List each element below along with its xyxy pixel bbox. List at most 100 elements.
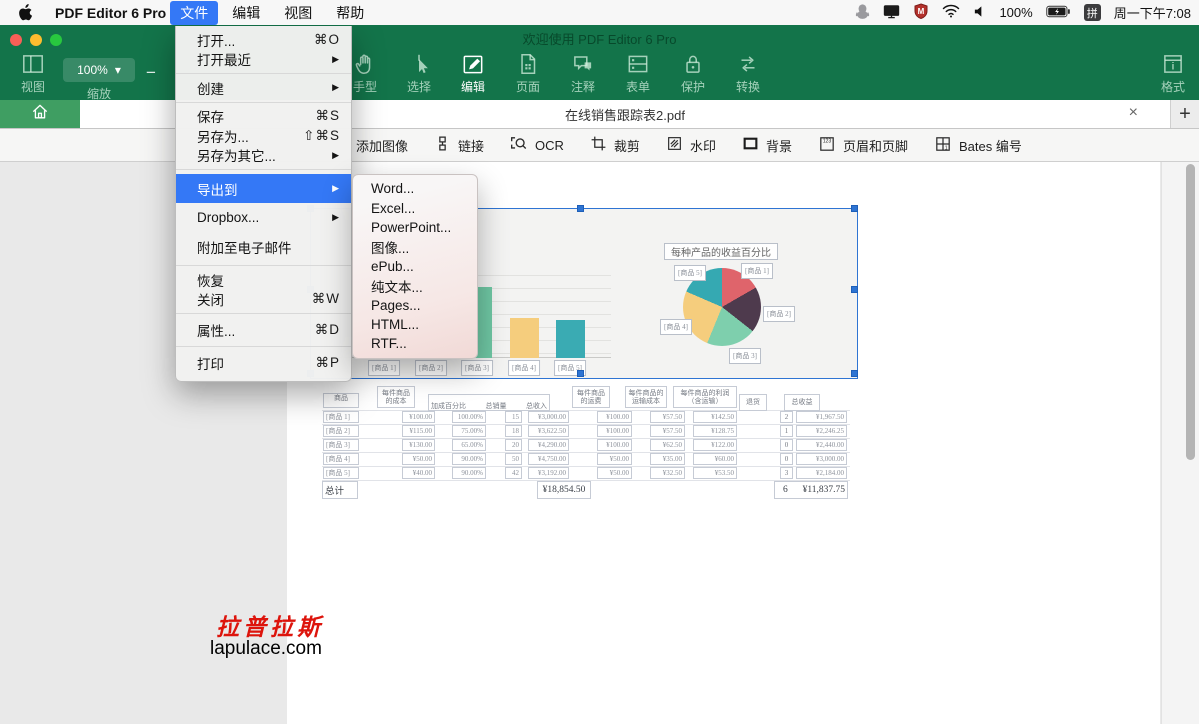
close-tab-icon[interactable]: × xyxy=(1129,105,1138,121)
antivirus-shield-icon[interactable]: M xyxy=(913,3,929,22)
zoom-level-dropdown[interactable]: 100% ▾ xyxy=(63,58,135,82)
table-cell[interactable]: ¥100.00 xyxy=(597,411,632,423)
new-tab-button[interactable]: + xyxy=(1171,100,1199,128)
export-submenu-item[interactable]: 纯文本... xyxy=(353,276,477,295)
table-cell[interactable]: ¥50.00 xyxy=(402,453,435,465)
table-cell[interactable]: 1 xyxy=(780,425,793,437)
table-cell[interactable]: 90.00% xyxy=(452,467,486,479)
toolbar-保护-button[interactable]: 保护 xyxy=(666,51,720,95)
table-cell[interactable]: ¥53.50 xyxy=(693,467,737,479)
table-cell[interactable]: ¥50.00 xyxy=(597,467,632,479)
toolbar-format-button[interactable]: i 格式 xyxy=(1146,51,1199,95)
zoom-out-button[interactable]: − xyxy=(146,63,156,83)
table-cell[interactable]: ¥3,000.00 xyxy=(796,453,847,465)
selection-handle[interactable] xyxy=(851,286,858,293)
qq-icon[interactable] xyxy=(855,3,870,23)
table-cell[interactable]: 65.00% xyxy=(452,439,486,451)
table-cell[interactable]: ¥40.00 xyxy=(402,467,435,479)
table-row-label[interactable]: [商品 2] xyxy=(323,425,359,437)
table-cell[interactable]: ¥32.50 xyxy=(650,467,685,479)
table-cell[interactable]: 20 xyxy=(505,439,522,451)
edit-toolbar-item[interactable]: 123页眉和页脚 xyxy=(818,135,908,156)
menubar-item-help[interactable]: 帮助 xyxy=(326,1,374,25)
selection-handle[interactable] xyxy=(577,370,584,377)
table-cell[interactable]: ¥2,246.25 xyxy=(796,425,847,437)
file-menu-item[interactable]: 保存⌘S xyxy=(176,107,351,127)
table-cell[interactable]: 3 xyxy=(780,467,793,479)
table-cell[interactable]: 42 xyxy=(505,467,522,479)
display-icon[interactable] xyxy=(883,4,900,22)
table-cell[interactable]: 90.00% xyxy=(452,453,486,465)
export-submenu-item[interactable]: Excel... xyxy=(353,198,477,217)
table-cell[interactable]: ¥3,622.50 xyxy=(528,425,569,437)
edit-toolbar-item[interactable]: 裁剪 xyxy=(590,135,640,155)
table-cell[interactable]: ¥100.00 xyxy=(597,439,632,451)
table-cell[interactable]: ¥100.00 xyxy=(402,411,435,423)
battery-icon[interactable] xyxy=(1046,5,1071,21)
toolbar-编辑-button[interactable]: 编辑 xyxy=(446,51,500,95)
toolbar-转换-button[interactable]: 转换 xyxy=(721,51,775,95)
input-method-icon[interactable]: 拼 xyxy=(1084,4,1101,21)
home-tab[interactable] xyxy=(0,100,80,128)
file-menu-item[interactable]: 打开...⌘O xyxy=(176,30,351,50)
table-cell[interactable]: 100.00% xyxy=(452,411,486,423)
edit-toolbar-item[interactable]: 添加图像 xyxy=(356,136,408,155)
table-cell[interactable]: ¥50.00 xyxy=(597,453,632,465)
table-cell[interactable]: ¥1,967.50 xyxy=(796,411,847,423)
file-menu-item[interactable]: 属性...⌘D xyxy=(176,318,351,342)
edit-toolbar-item[interactable]: 背景 xyxy=(742,135,792,155)
table-cell[interactable]: 2 xyxy=(780,411,793,423)
table-cell[interactable]: ¥128.75 xyxy=(693,425,737,437)
table-cell[interactable]: 15 xyxy=(505,411,522,423)
export-submenu-item[interactable]: 图像... xyxy=(353,237,477,256)
file-menu-item[interactable]: 打印⌘P xyxy=(176,351,351,375)
toolbar-view-button[interactable]: 视图 xyxy=(6,51,60,95)
toolbar-选择-button[interactable]: 选择 xyxy=(392,51,446,95)
table-cell[interactable]: 0 xyxy=(780,453,793,465)
file-menu-item[interactable]: 另存为...⇧⌘S xyxy=(176,126,351,146)
table-cell[interactable]: ¥2,184.00 xyxy=(796,467,847,479)
volume-icon[interactable] xyxy=(973,5,986,21)
table-cell[interactable]: 18 xyxy=(505,425,522,437)
table-cell[interactable]: ¥130.00 xyxy=(402,439,435,451)
edit-toolbar-item[interactable]: 链接 xyxy=(434,135,484,155)
selection-handle[interactable] xyxy=(851,370,858,377)
file-menu-item[interactable]: 恢复 xyxy=(176,270,351,290)
export-submenu-item[interactable]: Pages... xyxy=(353,295,477,314)
edit-toolbar-item[interactable]: 1Bates 编号 xyxy=(934,135,1022,156)
wifi-icon[interactable] xyxy=(942,4,960,21)
table-cell[interactable]: ¥4,750.00 xyxy=(528,453,569,465)
toolbar-表单-button[interactable]: 表单 xyxy=(611,51,665,95)
export-submenu-item[interactable]: HTML... xyxy=(353,315,477,334)
file-menu-item[interactable]: 另存为其它...▶ xyxy=(176,146,351,166)
file-menu-item[interactable]: 创建▶ xyxy=(176,78,351,98)
table-cell[interactable]: 50 xyxy=(505,453,522,465)
table-cell[interactable]: ¥3,192.00 xyxy=(528,467,569,479)
export-submenu-item[interactable]: RTF... xyxy=(353,334,477,353)
menubar-item-file[interactable]: 文件 xyxy=(170,1,218,25)
selection-handle[interactable] xyxy=(851,205,858,212)
menubar-item-view[interactable]: 视图 xyxy=(274,1,322,25)
export-submenu-item[interactable]: PowerPoint... xyxy=(353,218,477,237)
table-cell[interactable]: ¥2,440.00 xyxy=(796,439,847,451)
table-cell[interactable]: ¥57.50 xyxy=(650,411,685,423)
table-row-label[interactable]: [商品 5] xyxy=(323,467,359,479)
table-cell[interactable]: 75.00% xyxy=(452,425,486,437)
table-cell[interactable]: ¥62.50 xyxy=(650,439,685,451)
menubar-clock[interactable]: 周一下午7:08 xyxy=(1114,3,1191,22)
table-cell[interactable]: ¥122.00 xyxy=(693,439,737,451)
file-menu-item[interactable]: 打开最近▶ xyxy=(176,50,351,70)
file-menu-item[interactable]: 导出到▶ xyxy=(176,174,351,203)
toolbar-页面-button[interactable]: 页面 xyxy=(501,51,555,95)
table-row-label[interactable]: [商品 1] xyxy=(323,411,359,423)
toolbar-注释-button[interactable]: 注释 xyxy=(556,51,610,95)
menubar-item-edit[interactable]: 编辑 xyxy=(222,1,270,25)
edit-toolbar-item[interactable]: OCR xyxy=(510,135,564,156)
table-cell[interactable]: ¥57.50 xyxy=(650,425,685,437)
table-cell[interactable]: ¥142.50 xyxy=(693,411,737,423)
table-cell[interactable]: ¥35.00 xyxy=(650,453,685,465)
file-menu-item[interactable]: 关闭⌘W xyxy=(176,290,351,310)
table-cell[interactable]: ¥3,000.00 xyxy=(528,411,569,423)
table-cell[interactable]: ¥115.00 xyxy=(402,425,435,437)
file-menu-item[interactable]: Dropbox...▶ xyxy=(176,203,351,232)
